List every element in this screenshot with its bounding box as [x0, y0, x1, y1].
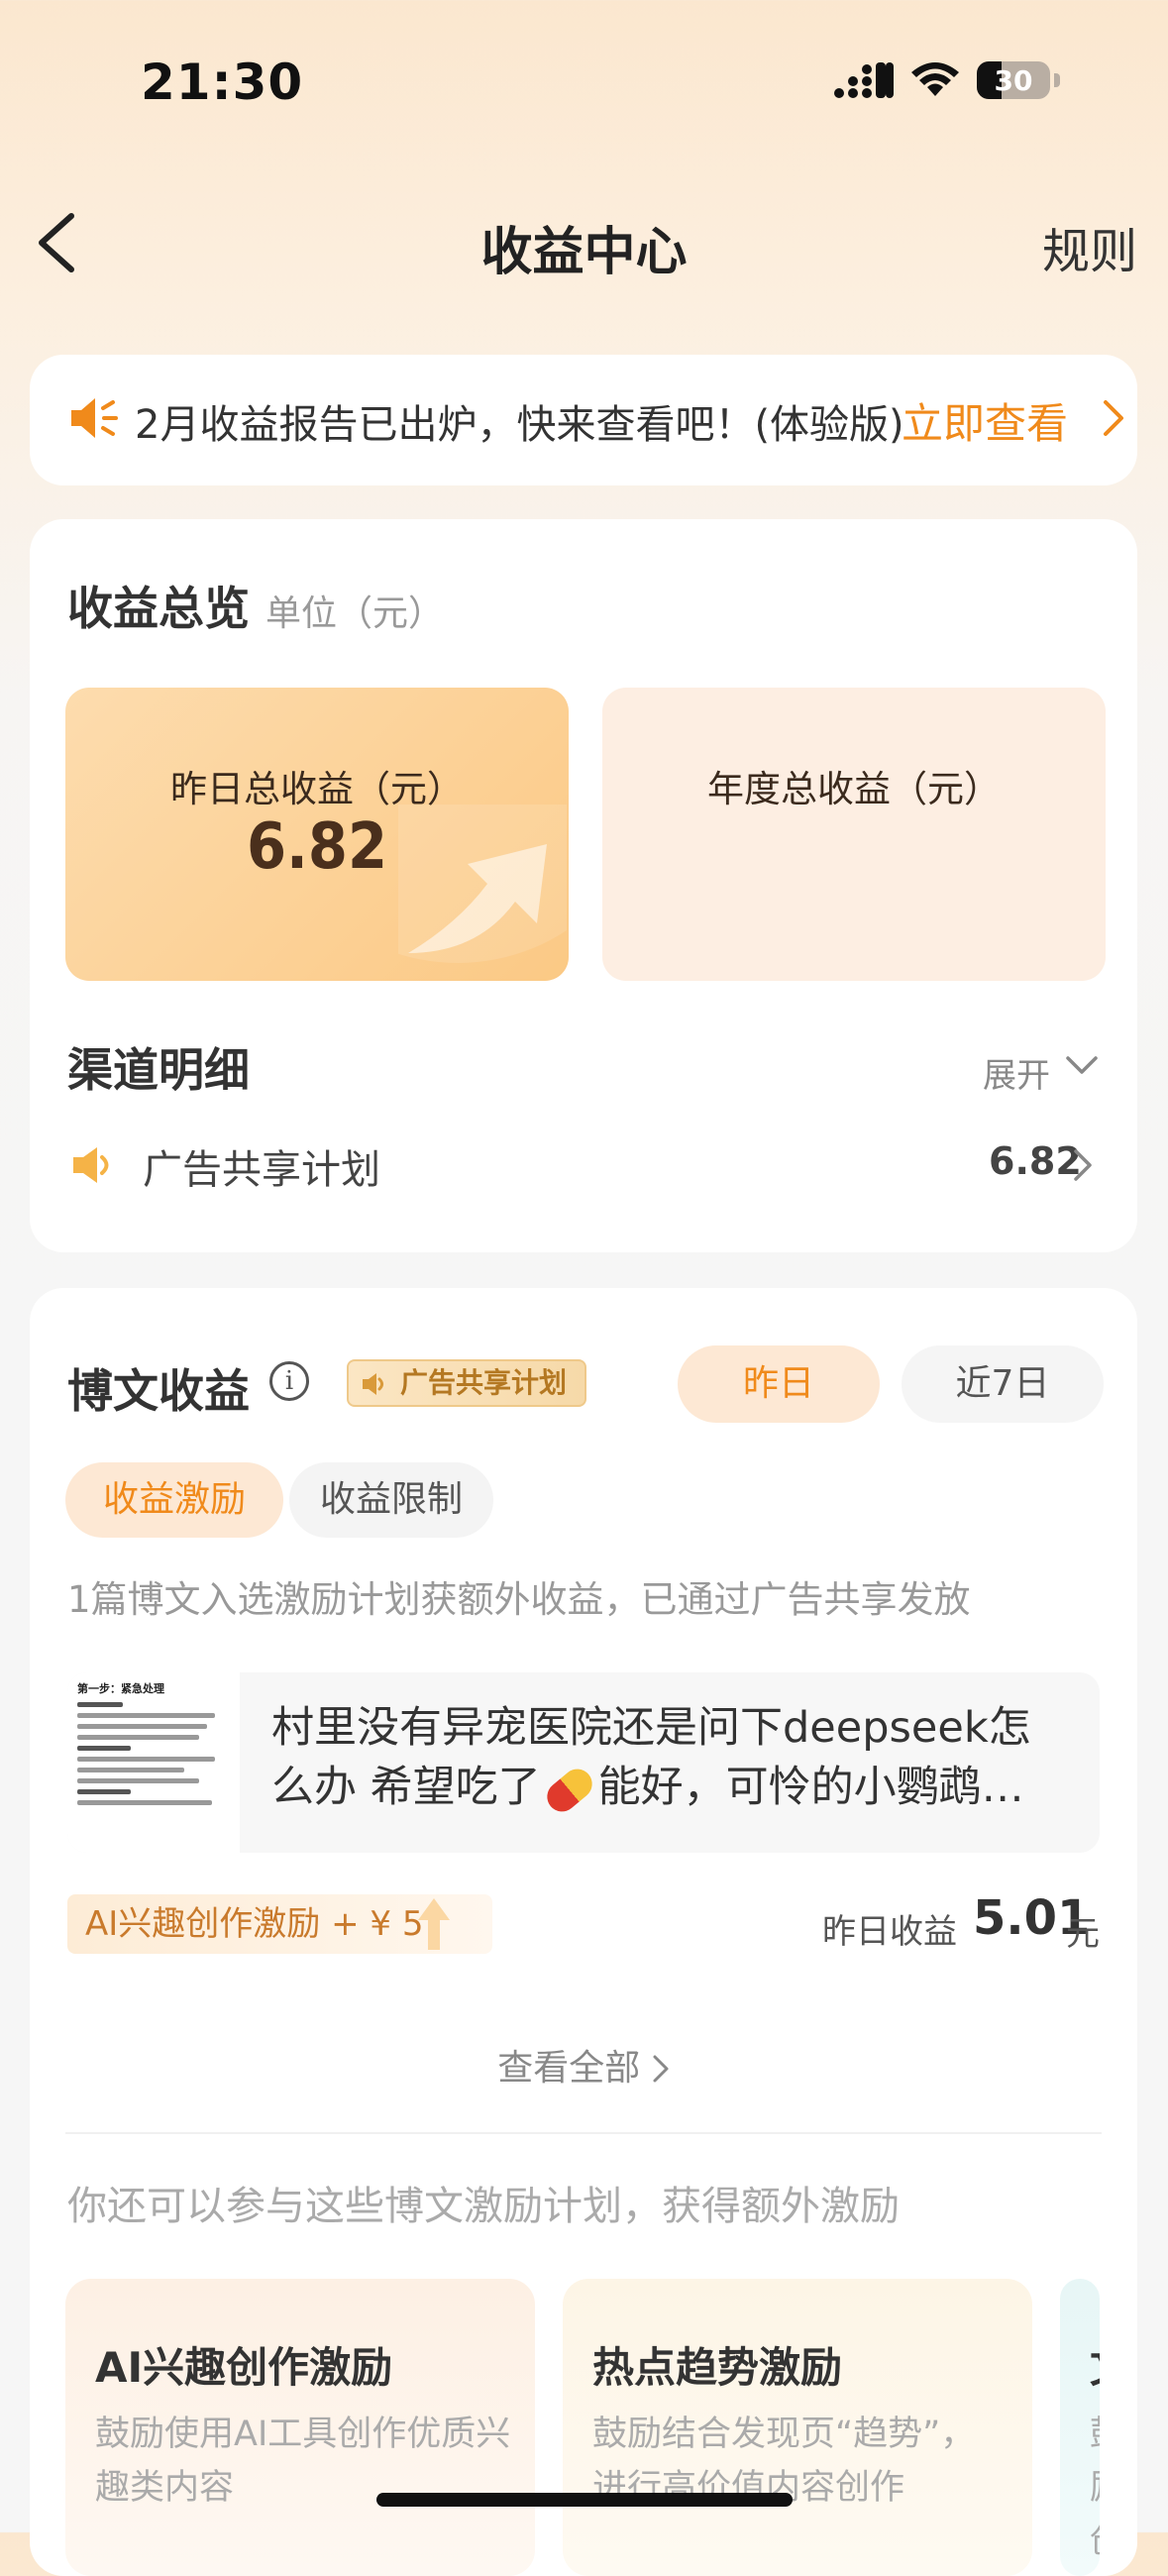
yesterday-earnings-label: 昨日收益 [822, 1912, 957, 1952]
chevron-right-icon[interactable] [1072, 1147, 1094, 1183]
chevron-right-icon [1104, 400, 1123, 436]
annual-total-label: 年度总收益（元） [707, 768, 1001, 810]
home-indicator[interactable] [376, 2493, 793, 2507]
article-title: 村里没有异宠医院还是问下deepseek怎么办 希望吃了 能好，可怜的小鹦鹉… [271, 1698, 1064, 1818]
yesterday-total-label: 昨日总收益（元） [170, 768, 464, 810]
tab-earnings-limit[interactable]: 收益限制 [289, 1462, 493, 1538]
expand-toggle[interactable]: 展开 [983, 1048, 1050, 1097]
speaker-icon [363, 1373, 383, 1395]
battery-icon: 30 [977, 61, 1050, 99]
see-all-label: 查看全部 [497, 2048, 641, 2089]
wifi-icon [911, 62, 959, 96]
overview-title: 收益总览 [67, 582, 250, 635]
status-icons: 30 [834, 61, 1060, 99]
info-icon[interactable]: i [269, 1361, 309, 1401]
up-arrow-icon [418, 1898, 450, 1950]
blog-revenue-card: 博文收益 i 广告共享计划 昨日 近7日 收益激励 收益限制 1篇博文入选激励计… [30, 1288, 1137, 2576]
annual-total-tile[interactable]: 年度总收益（元） [602, 688, 1106, 981]
notice-text: 2月收益报告已出炉，快来查看吧！(体验版) [135, 402, 904, 448]
view-now-link[interactable]: 立即查看 [902, 390, 1068, 451]
yesterday-total-value: 6.82 [246, 810, 388, 884]
plan-title: 热点趋势激励 [592, 2343, 843, 2392]
tab-earnings-incentive[interactable]: 收益激励 [65, 1462, 283, 1538]
see-all-link[interactable]: 查看全部 [30, 2039, 1137, 2091]
tab-last-7-days[interactable]: 近7日 [902, 1345, 1104, 1423]
plan-card-partial[interactable]: 文 鼓励创作 [1060, 2279, 1100, 2576]
channel-ad-share-value: 6.82 [989, 1139, 1082, 1183]
thumbnail-heading: 第一步：紧急处理 [77, 1682, 164, 1695]
yesterday-total-tile[interactable]: 昨日总收益（元） 6.82 [65, 688, 569, 981]
article-card[interactable]: 第一步：紧急处理 村里没有异宠医院还是问下deepseek怎么办 希望吃了 能好，… [67, 1672, 1100, 1853]
blog-revenue-title: 博文收益 [67, 1364, 250, 1418]
more-plans-description: 你还可以参与这些博文激励计划，获得额外激励 [67, 2184, 900, 2229]
overview-unit: 单位（元） [265, 593, 445, 634]
yesterday-earnings-unit: 元 [1066, 1914, 1100, 1954]
pill-emoji-icon [540, 1762, 598, 1818]
status-time: 21:30 [141, 54, 304, 111]
ad-speaker-icon [73, 1147, 109, 1183]
cellular-signal-icon [834, 62, 894, 98]
article-thumbnail: 第一步：紧急处理 [67, 1672, 240, 1853]
notice-banner[interactable]: 2月收益报告已出炉，快来查看吧！(体验版) 立即查看 [30, 355, 1137, 485]
article-title-part2: 能好，可怜的小鹦鹉… [597, 1763, 1024, 1812]
channel-ad-share-label[interactable]: 广告共享计划 [143, 1137, 380, 1195]
earnings-overview-card: 收益总览 单位（元） 昨日总收益（元） 6.82 年度总收益（元） 渠道明细 展… [30, 519, 1137, 1252]
plan-title: 文 [1090, 2334, 1100, 2395]
rules-link[interactable]: 规则 [1042, 212, 1137, 281]
plan-card-hot-trend[interactable]: 热点趋势激励 鼓励结合发现页“趋势”，进行高价值内容创作 [563, 2279, 1032, 2576]
plan-description: 鼓励创作 [1090, 2408, 1100, 2576]
divider [65, 2132, 1102, 2134]
battery-level: 30 [994, 63, 1033, 97]
speaker-icon [71, 398, 118, 438]
chevron-right-icon [653, 2055, 669, 2083]
chevron-down-icon[interactable] [1064, 1054, 1100, 1078]
page-title: 收益中心 [480, 223, 688, 282]
plan-title: AI兴趣创作激励 [95, 2343, 393, 2392]
tab-yesterday[interactable]: 昨日 [678, 1345, 880, 1423]
channels-title: 渠道明细 [67, 1043, 250, 1097]
incentive-description: 1篇博文入选激励计划获额外收益，已通过广告共享发放 [67, 1578, 971, 1621]
plan-card-ai-interest[interactable]: AI兴趣创作激励 鼓励使用AI工具创作优质兴趣类内容 [65, 2279, 535, 2576]
